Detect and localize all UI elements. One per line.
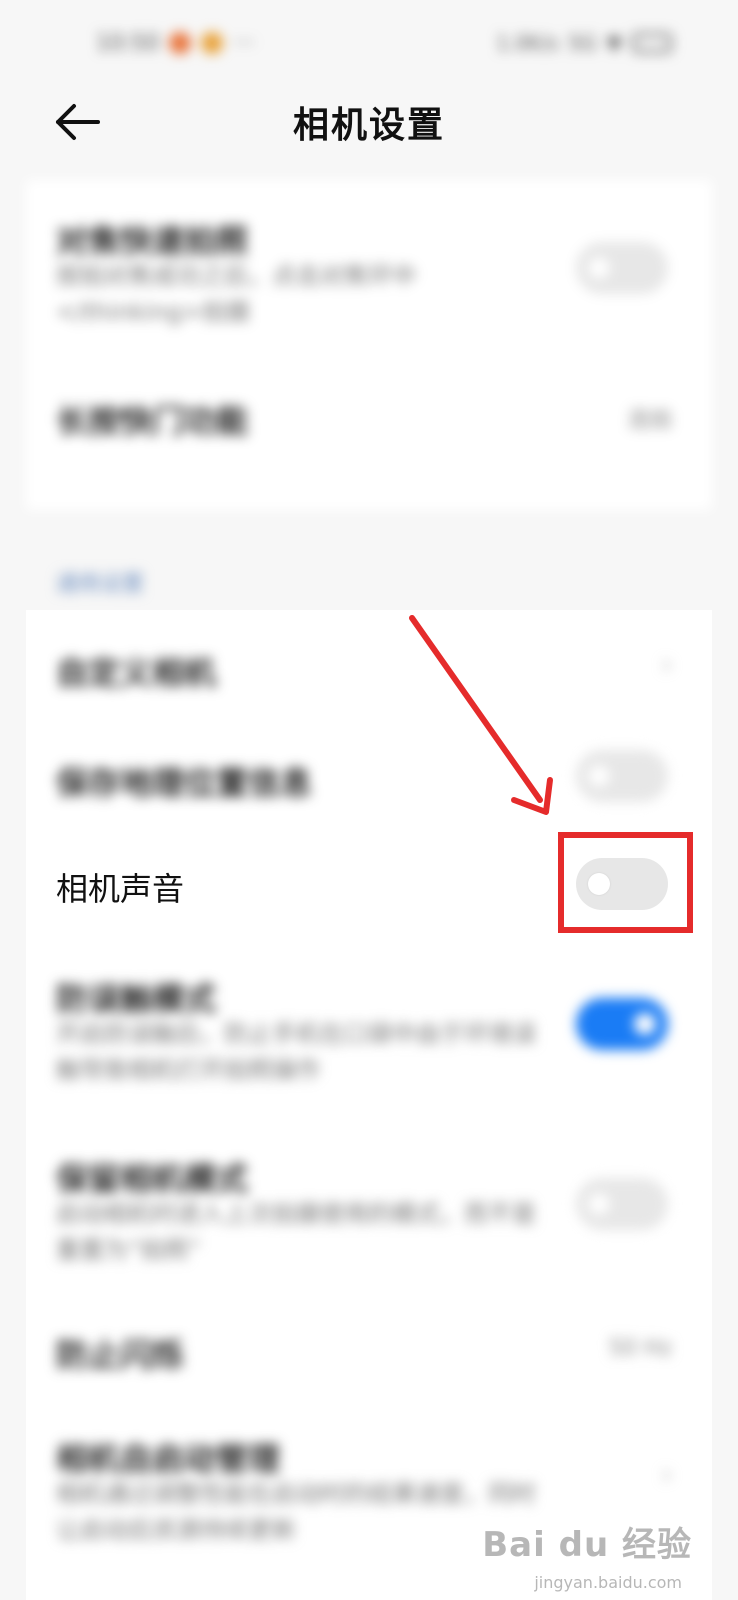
annotation-arrow [409,615,553,815]
watermark-logo: Bai du 经验 [482,1525,692,1565]
annotation-highlight-box [558,832,693,933]
watermark-url: jingyan.baidu.com [534,1573,682,1592]
